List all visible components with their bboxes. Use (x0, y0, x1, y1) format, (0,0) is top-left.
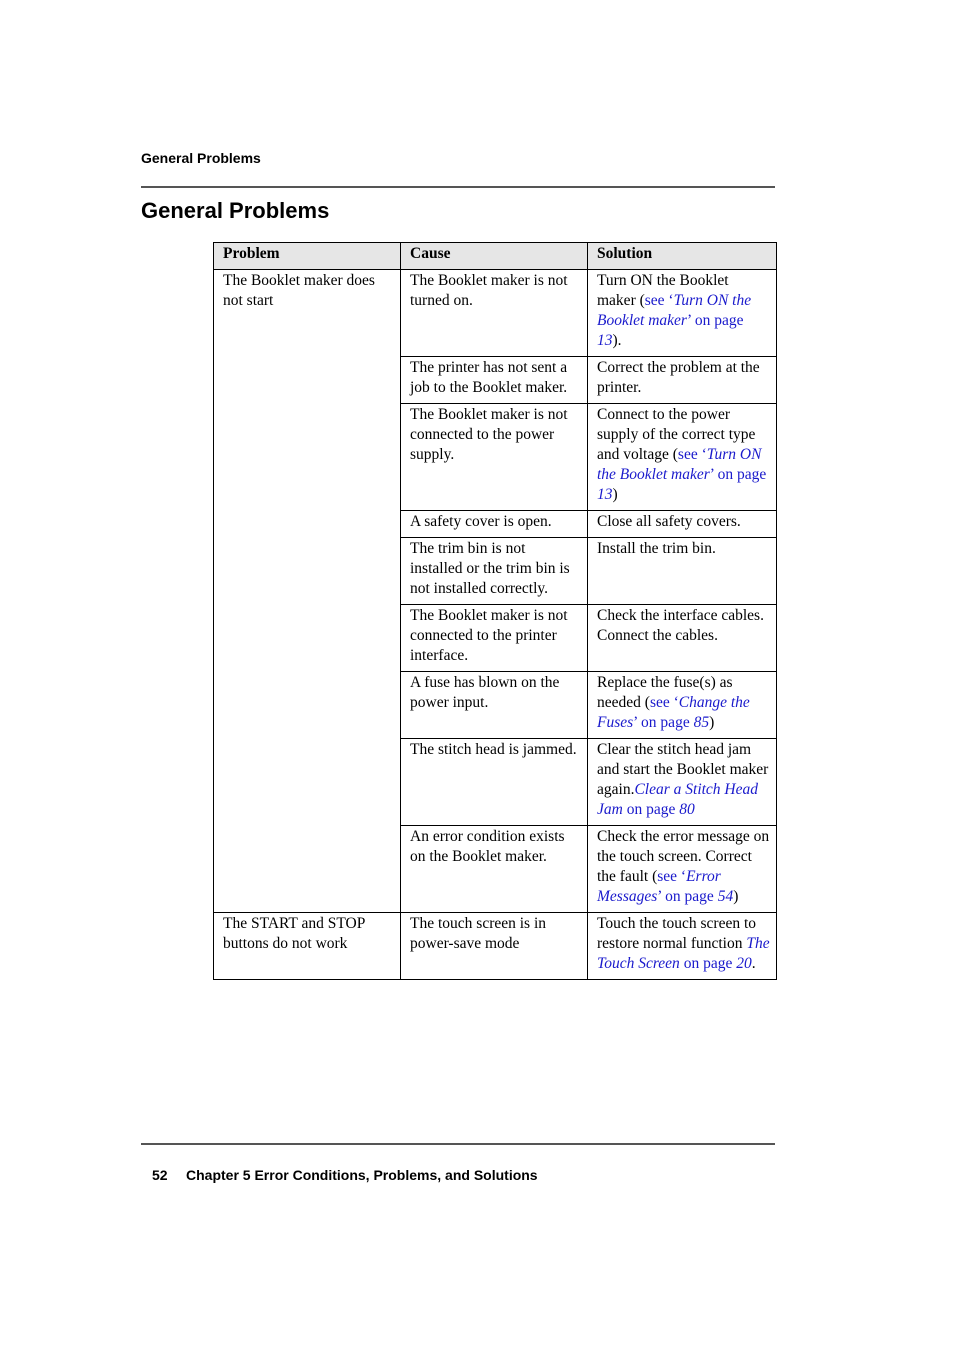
problem-cell: The Booklet maker does not start (213, 269, 401, 913)
link-page-number: 20 (736, 955, 752, 972)
table-body: The Booklet maker does not start The Book… (213, 269, 777, 980)
solution-cell: Check the error message on the touch scr… (587, 825, 777, 913)
solution-cell: Correct the problem at the printer. (587, 356, 777, 404)
solution-cell: Close all safety covers. (587, 510, 777, 538)
solution-text-after: ) (733, 888, 739, 905)
header-problem: Problem (213, 242, 401, 270)
footer-rule (141, 1143, 775, 1145)
table-row: The Booklet maker does not start The Book… (213, 269, 777, 913)
cause-cell: The Booklet maker is not turned on. (400, 269, 588, 357)
solution-cell: Turn ON the Booklet maker (see ‘Turn ON … (587, 269, 777, 357)
cause-cell: A safety cover is open. (400, 510, 588, 538)
header-solution: Solution (587, 242, 777, 270)
solution-text-after: ) (612, 486, 618, 503)
link-page-label: ’ on page (709, 466, 767, 483)
running-header: General Problems (141, 150, 261, 166)
chapter-title: Chapter 5 Error Conditions, Problems, an… (186, 1167, 538, 1183)
cause-cell: The Booklet maker is not connected to th… (400, 604, 588, 672)
link-page-label: on page (622, 801, 680, 818)
cause-cell: The trim bin is not installed or the tri… (400, 537, 588, 605)
cause-cell: The stitch head is jammed. (400, 738, 588, 826)
link-page-label: ’ on page (633, 714, 694, 731)
cause-cell: The touch screen is in power-save mode (400, 912, 588, 980)
link-page-number: 54 (717, 888, 734, 905)
solution-text: Close all safety covers. (597, 513, 741, 530)
solution-text: Install the trim bin. (597, 540, 716, 557)
link-page-number: 85 (693, 714, 710, 731)
link-prefix: see ‘ (644, 292, 674, 309)
solution-cell: Clear the stitch head jam and start the … (587, 738, 777, 826)
cause-cell: The printer has not sent a job to the Bo… (400, 356, 588, 404)
page-number: 52 (152, 1167, 168, 1183)
solution-cell: Check the interface cables. Connect the … (587, 604, 777, 672)
solution-cell: Connect to the power supply of the corre… (587, 403, 777, 511)
table-header-row: Problem Cause Solution (213, 242, 777, 270)
cause-cell: The Booklet maker is not connected to th… (400, 403, 588, 511)
link-page-number: 80 (679, 801, 695, 818)
link-prefix: see ‘ (649, 694, 679, 711)
solution-text-after: ) (709, 714, 715, 731)
cause-cell: An error condition exists on the Booklet… (400, 825, 588, 913)
link-page-number: 13 (597, 486, 613, 503)
link-page-label: ’ on page (657, 888, 718, 905)
solution-text: Touch the touch screen to restore normal… (597, 915, 757, 952)
solution-cell: Install the trim bin. (587, 537, 777, 605)
solution-text: Check the interface cables. Connect the … (597, 607, 764, 644)
problems-table: Problem Cause Solution The Booklet maker… (213, 242, 777, 980)
link-page-label: ’ on page (686, 312, 744, 329)
page-title: General Problems (141, 198, 330, 223)
link-prefix: see ‘ (657, 868, 687, 885)
problem-cell: The START and STOP buttons do not work (213, 912, 401, 980)
link-prefix: see ‘ (677, 446, 707, 463)
solution-cell: Touch the touch screen to restore normal… (587, 912, 777, 980)
solution-text: Correct the problem at the printer. (597, 359, 760, 396)
solution-text-after: . (751, 955, 756, 972)
solution-cell: Replace the fuse(s) as needed (see ‘Chan… (587, 671, 777, 739)
solution-text-after: ). (612, 332, 622, 349)
header-cause: Cause (400, 242, 588, 270)
cause-cell: A fuse has blown on the power input. (400, 671, 588, 739)
table-row: The START and STOP buttons do not work Th… (213, 912, 777, 980)
link-page-label: on page (679, 955, 737, 972)
page-footer: 52 Chapter 5 Error Conditions, Problems, … (152, 1167, 538, 1183)
header-rule (141, 186, 775, 188)
link-page-number: 13 (597, 332, 613, 349)
